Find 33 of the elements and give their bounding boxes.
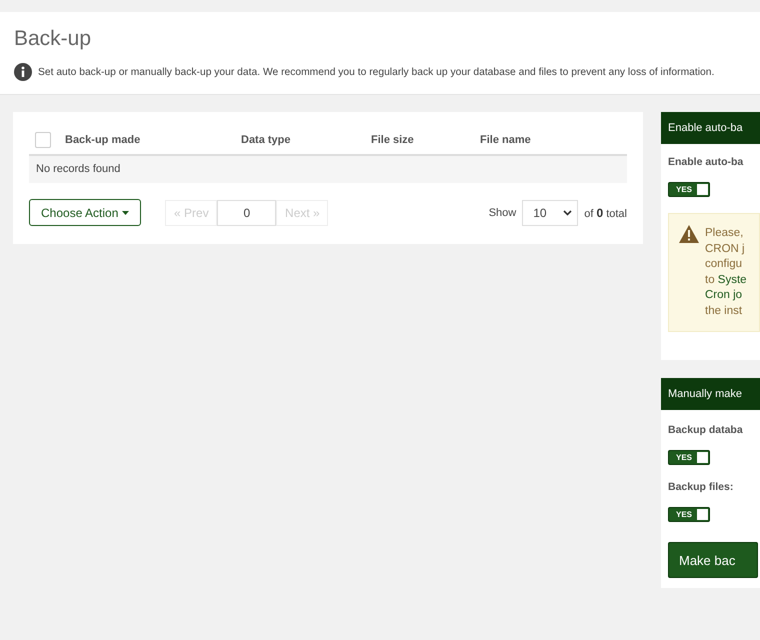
field-label: Enable auto-ba: [668, 156, 744, 168]
toggle-switch[interactable]: YES: [668, 507, 710, 522]
caret-icon: [122, 210, 130, 214]
info-icon: [14, 63, 32, 81]
choose-action-button[interactable]: Choose Action: [29, 199, 142, 226]
warning-text: to: [705, 274, 716, 286]
warning-text: CRON j: [705, 242, 745, 254]
toggle-switch[interactable]: YES: [668, 182, 710, 197]
select-all-checkbox[interactable]: [35, 132, 51, 148]
show-label: Show: [488, 206, 516, 218]
field-label: Backup files:: [668, 481, 734, 493]
warning-text: the inst: [705, 304, 742, 316]
warning-link[interactable]: Syste: [718, 274, 747, 286]
empty-message: No records found: [29, 156, 627, 183]
warning-text: Please,: [705, 227, 744, 239]
toggle-switch[interactable]: YES: [668, 450, 710, 465]
warning-link[interactable]: Cron jo: [705, 289, 742, 301]
column-header: Data type: [241, 134, 292, 146]
warning-text: configu: [705, 258, 742, 270]
page-number-field[interactable]: 0: [217, 200, 276, 226]
column-header: Back-up made: [65, 134, 142, 146]
column-header: File name: [480, 134, 531, 146]
page-title: Back-up: [14, 27, 92, 51]
page-description: Set auto back-up or manually back-up your data. We recommend you to regularly back up your database and files to prevent any loss of information.: [38, 66, 714, 78]
chevron-down-icon: [563, 210, 572, 216]
total-count: of 0 total: [584, 206, 627, 220]
warning-icon: [679, 225, 699, 243]
field-label: Backup databa: [668, 424, 744, 436]
page-size-select[interactable]: 10: [522, 200, 578, 226]
panel-header: Manually make: [661, 378, 760, 410]
make-backup-button[interactable]: Make bac: [668, 542, 758, 578]
panel-header: Enable auto-ba: [661, 112, 760, 144]
column-header: File size: [371, 134, 415, 146]
